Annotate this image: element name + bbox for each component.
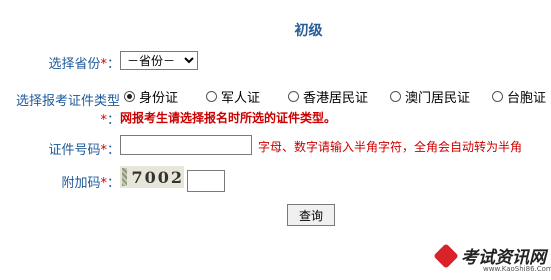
radio-id-card[interactable]: 身份证 (124, 87, 178, 106)
captcha-image[interactable]: 7002 (120, 166, 184, 188)
watermark-url: www.KaoShi86.Com (483, 265, 551, 273)
captcha-code: 7002 (131, 167, 184, 187)
radio-military-card[interactable]: 军人证 (206, 87, 260, 106)
radio-macau-resident[interactable]: 澳门居民证 (390, 87, 470, 106)
id-type-label: 选择报考证件类型*： (15, 94, 120, 128)
radio-taiwan-compatriot[interactable]: 台胞证 (492, 87, 546, 106)
required-star: * (100, 176, 107, 191)
id-number-input[interactable] (120, 135, 252, 155)
radio-icon[interactable] (288, 91, 299, 102)
id-type-warning: 网报考生请选择报名时所选的证件类型。 (120, 111, 337, 125)
radio-selected-icon[interactable] (124, 91, 135, 102)
captcha-input[interactable] (187, 170, 225, 192)
page-title: 初级 (294, 23, 323, 39)
radio-hongkong-resident[interactable]: 香港居民证 (288, 87, 368, 106)
logo-icon (433, 243, 459, 269)
id-number-hint: 字母、数字请输入半角字符，全角会自动转为半角 (258, 140, 523, 154)
captcha-label: 附加码*： (61, 176, 120, 191)
captcha-noise-icon (122, 168, 128, 186)
id-number-label: 证件号码*： (48, 143, 120, 158)
radio-icon[interactable] (390, 91, 401, 102)
required-star: * (100, 143, 107, 158)
province-label: 选择省份*： (48, 57, 120, 72)
watermark-logo: 考试资讯网 www.KaoShi86.Com (433, 243, 551, 277)
required-star: * (100, 57, 107, 72)
query-button[interactable]: 查询 (287, 204, 335, 226)
radio-icon[interactable] (492, 91, 503, 102)
required-star: * (100, 113, 107, 128)
radio-icon[interactable] (206, 91, 217, 102)
province-select[interactable]: －省份－ (120, 51, 198, 70)
